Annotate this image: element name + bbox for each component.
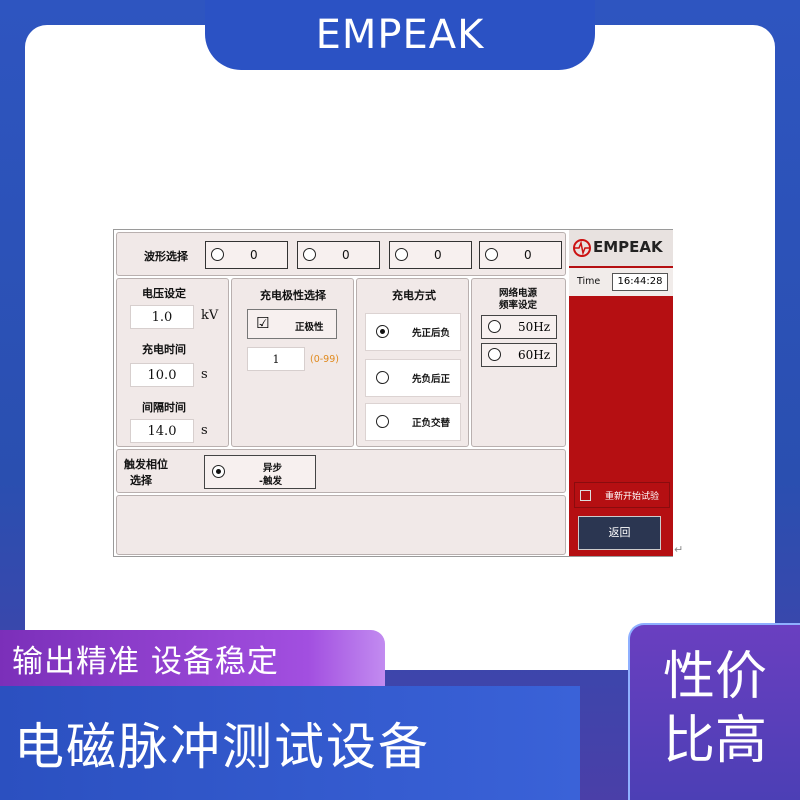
back-button[interactable]: 返回 bbox=[578, 516, 661, 550]
value-line-1: 性价 bbox=[662, 647, 767, 707]
waveform-value: 0 bbox=[524, 248, 532, 262]
option-label: 先负后正 bbox=[412, 374, 451, 385]
option-label: 先正后负 bbox=[412, 328, 451, 339]
value-line-2: 比高 bbox=[662, 711, 767, 771]
waveform-value: 0 bbox=[434, 248, 442, 262]
negative-first-option[interactable]: 先负后正 bbox=[365, 359, 461, 397]
time-value: 16:44:28 bbox=[612, 273, 668, 291]
positive-polarity-checkbox[interactable]: ☑ 正极性 bbox=[247, 309, 337, 339]
polarity-panel: 充电极性选择 ☑ 正极性 1 (0-99) bbox=[231, 278, 354, 447]
radio-selected-icon bbox=[376, 325, 389, 338]
charge-time-input[interactable]: 10.0 bbox=[130, 363, 194, 387]
voltage-label: 电压设定 bbox=[142, 287, 186, 300]
radio-icon bbox=[485, 248, 498, 261]
sidebar-logo-text: EMPEAK bbox=[593, 238, 663, 256]
checkbox-checked-icon: ☑ bbox=[256, 314, 270, 332]
brand-title: EMPEAK bbox=[205, 0, 595, 70]
charge-mode-label: 充电方式 bbox=[392, 289, 436, 302]
pulse-logo-icon bbox=[573, 239, 591, 257]
radio-selected-icon bbox=[212, 465, 225, 478]
radio-icon bbox=[303, 248, 316, 261]
restart-test-checkbox[interactable]: 重新开始试验 bbox=[574, 482, 670, 508]
control-screen: 波形选择 0 0 0 0 电压设定 1.0 kV 充电时间 10.0 s 间隔时… bbox=[113, 229, 673, 557]
option-label: 50Hz bbox=[518, 320, 551, 334]
pulse-count-range: (0-99) bbox=[310, 354, 339, 365]
accuracy-banner: 输出精准 设备稳定 bbox=[0, 630, 385, 686]
waveform-option-2[interactable]: 0 bbox=[297, 241, 380, 269]
charge-time-unit: s bbox=[201, 367, 208, 382]
parameters-panel: 电压设定 1.0 kV 充电时间 10.0 s 间隔时间 14.0 s bbox=[116, 278, 229, 447]
sidebar-logo: EMPEAK bbox=[569, 230, 673, 266]
restart-test-label: 重新开始试验 bbox=[605, 492, 660, 502]
waveform-value: 0 bbox=[250, 248, 258, 262]
radio-icon bbox=[211, 248, 224, 261]
waveform-option-1[interactable]: 0 bbox=[205, 241, 288, 269]
radio-icon bbox=[488, 348, 501, 361]
value-badge: 性价 比高 bbox=[628, 623, 800, 800]
interval-time-label: 间隔时间 bbox=[142, 401, 186, 414]
polarity-label: 充电极性选择 bbox=[260, 289, 326, 302]
positive-first-option[interactable]: 先正后负 bbox=[365, 313, 461, 351]
alternating-option[interactable]: 正负交替 bbox=[365, 403, 461, 441]
freq-60hz-option[interactable]: 60Hz bbox=[481, 343, 557, 367]
waveform-value: 0 bbox=[342, 248, 350, 262]
trigger-label-line1: 触发相位 bbox=[124, 458, 168, 471]
option-label-line1: 异步 bbox=[263, 463, 283, 474]
option-label: 60Hz bbox=[518, 348, 551, 362]
time-row: Time 16:44:28 bbox=[569, 268, 673, 296]
waveform-option-4[interactable]: 0 bbox=[479, 241, 562, 269]
radio-icon bbox=[395, 248, 408, 261]
grid-frequency-panel: 网络电源 频率设定 50Hz 60Hz bbox=[471, 278, 566, 447]
grid-label-line2: 频率设定 bbox=[499, 300, 538, 311]
waveform-panel: 波形选择 0 0 0 0 bbox=[116, 232, 566, 276]
message-panel bbox=[116, 495, 566, 555]
product-banner: 电磁脉冲测试设备 bbox=[0, 686, 580, 800]
interval-time-unit: s bbox=[201, 423, 208, 438]
freq-50hz-option[interactable]: 50Hz bbox=[481, 315, 557, 339]
radio-icon bbox=[376, 371, 389, 384]
voltage-input[interactable]: 1.0 bbox=[130, 305, 194, 329]
radio-icon bbox=[488, 320, 501, 333]
control-sidebar: EMPEAK Time 16:44:28 重新开始试验 返回 bbox=[569, 230, 673, 556]
waveform-label: 波形选择 bbox=[144, 250, 188, 263]
waveform-option-3[interactable]: 0 bbox=[389, 241, 472, 269]
cursor-mark-icon: ↵ bbox=[674, 543, 684, 556]
voltage-unit: kV bbox=[201, 308, 219, 323]
time-label: Time bbox=[577, 276, 601, 287]
checkbox-icon bbox=[580, 490, 591, 501]
pulse-count-input[interactable]: 1 bbox=[247, 347, 305, 371]
option-label: 正负交替 bbox=[412, 418, 451, 429]
async-trigger-option[interactable]: 异步 -触发 bbox=[204, 455, 316, 489]
charge-time-label: 充电时间 bbox=[142, 343, 186, 356]
interval-time-input[interactable]: 14.0 bbox=[130, 419, 194, 443]
charge-mode-panel: 充电方式 先正后负 先负后正 正负交替 bbox=[356, 278, 469, 447]
trigger-label-line2: 选择 bbox=[130, 474, 152, 487]
positive-polarity-label: 正极性 bbox=[295, 322, 324, 333]
radio-icon bbox=[376, 415, 389, 428]
trigger-phase-panel: 触发相位 选择 异步 -触发 bbox=[116, 449, 566, 493]
option-label-line2: -触发 bbox=[259, 476, 282, 487]
